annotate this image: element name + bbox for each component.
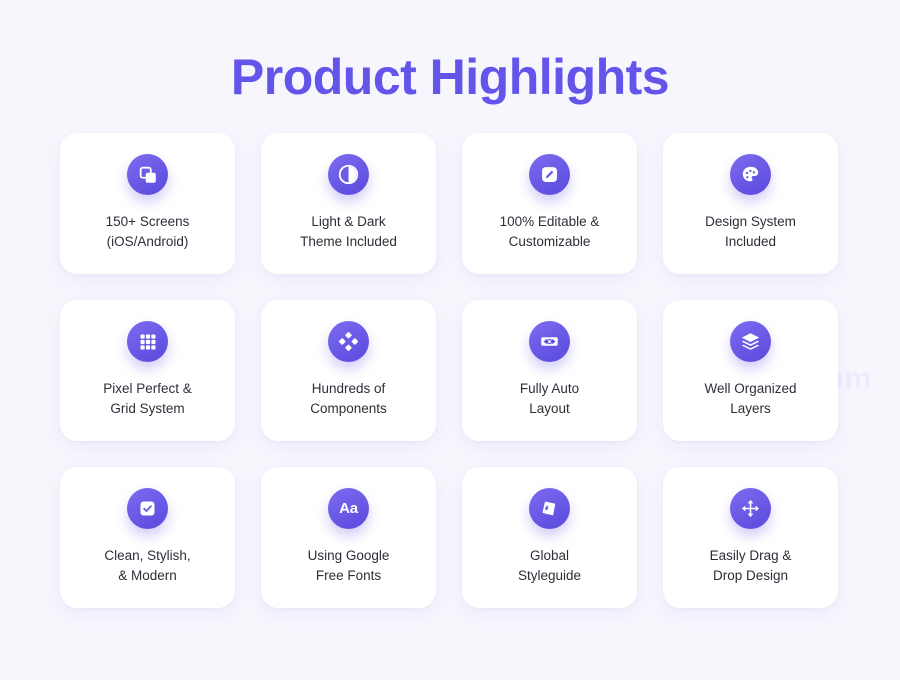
styleguide-book-icon (529, 488, 570, 529)
highlight-card-label: Using Google Free Fonts (307, 548, 390, 583)
contrast-half-circle-icon (328, 154, 369, 195)
highlight-card[interactable]: 150+ Screens (iOS/Android) (60, 133, 235, 274)
highlight-card[interactable]: Aa Using Google Free Fonts (261, 467, 436, 608)
typography-aa-glyph: Aa (339, 500, 358, 517)
highlight-card-label: 150+ Screens (iOS/Android) (105, 214, 190, 249)
highlight-card-label: Fully Auto Layout (519, 381, 580, 416)
highlight-card[interactable]: Easily Drag & Drop Design (663, 467, 838, 608)
highlights-grid: 150+ Screens (iOS/Android) Light & Dark … (60, 133, 840, 608)
highlight-card-label: 100% Editable & Customizable (499, 214, 600, 249)
highlight-card[interactable]: 100% Editable & Customizable (462, 133, 637, 274)
highlight-card-label: Pixel Perfect & Grid System (103, 381, 192, 416)
highlight-card[interactable]: Pixel Perfect & Grid System (60, 300, 235, 441)
copy-stack-icon (127, 154, 168, 195)
highlight-card[interactable]: Hundreds of Components (261, 300, 436, 441)
typography-aa-icon: Aa (328, 488, 369, 529)
highlight-card-label: Light & Dark Theme Included (300, 214, 397, 249)
grid-3x3-icon (127, 321, 168, 362)
highlight-card[interactable]: Fully Auto Layout (462, 300, 637, 441)
highlight-card-label: Well Organized Layers (704, 381, 797, 416)
highlight-card-label: Easily Drag & Drop Design (709, 548, 792, 583)
highlight-card[interactable]: Light & Dark Theme Included (261, 133, 436, 274)
highlight-card-label: Clean, Stylish, & Modern (104, 548, 191, 583)
highlight-card-label: Hundreds of Components (310, 381, 387, 416)
product-highlights-page: www. .com Product Highlights 150+ Screen… (0, 0, 900, 680)
four-diamonds-component-icon (328, 321, 369, 362)
checkbox-check-icon (127, 488, 168, 529)
highlight-card-label: Global Styleguide (517, 548, 582, 583)
highlight-card[interactable]: Well Organized Layers (663, 300, 838, 441)
page-title: Product Highlights (230, 49, 670, 105)
layers-stack-icon (730, 321, 771, 362)
highlight-card[interactable]: Design System Included (663, 133, 838, 274)
paint-palette-icon (730, 154, 771, 195)
highlight-card[interactable]: Global Styleguide (462, 467, 637, 608)
highlight-card[interactable]: Clean, Stylish, & Modern (60, 467, 235, 608)
highlight-card-label: Design System Included (705, 214, 796, 249)
edit-pencil-square-icon (529, 154, 570, 195)
auto-layout-resize-icon (529, 321, 570, 362)
move-arrows-icon (730, 488, 771, 529)
